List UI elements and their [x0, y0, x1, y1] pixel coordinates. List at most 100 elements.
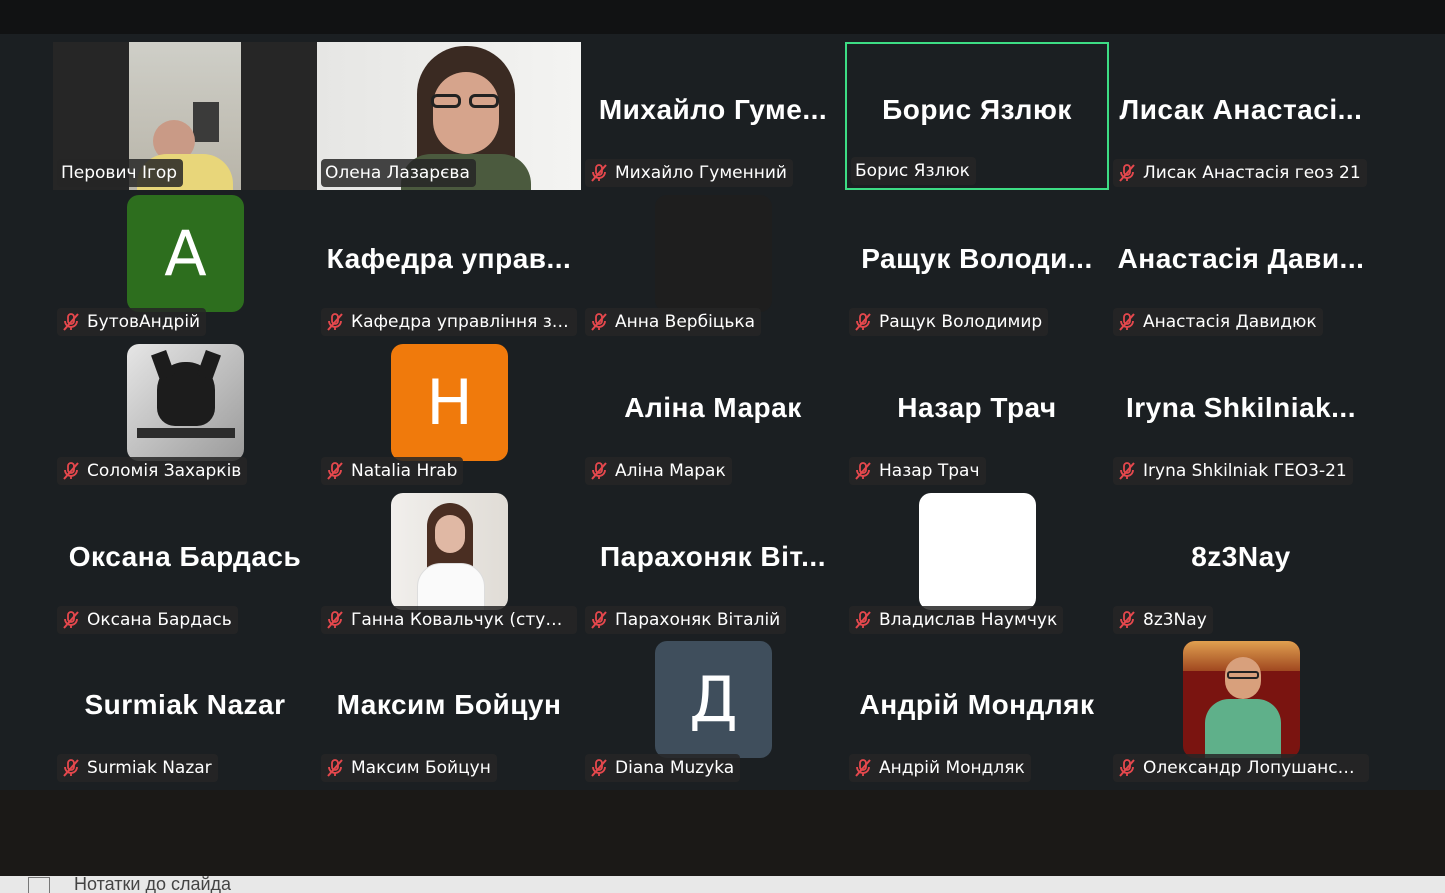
- participant-name: Лисак Анастасія геоз 21: [1143, 163, 1361, 183]
- participant-avatar: [127, 344, 244, 461]
- participant-tile[interactable]: Анна Вербіцька: [581, 191, 845, 339]
- participant-name: Соломія Захарків: [87, 461, 242, 481]
- notes-label: Нотатки до слайда: [74, 876, 232, 893]
- participant-tile[interactable]: Назар Трач Назар Трач: [845, 340, 1109, 488]
- participant-name: Максим Бойцун: [351, 758, 491, 778]
- participant-tile[interactable]: Кафедра управ... Кафедра управління зем..…: [317, 191, 581, 339]
- participant-tile[interactable]: H Natalia Hrab: [317, 340, 581, 488]
- participant-display-name: Андрій Мондляк: [859, 689, 1095, 720]
- participant-name: Анна Вербіцька: [615, 312, 756, 332]
- muted-mic-icon: [855, 611, 871, 629]
- participant-name-label: Борис Язлюк: [851, 157, 976, 185]
- participant-name-label: Аліна Марак: [585, 457, 732, 485]
- participant-tile[interactable]: Андрій Мондляк Андрій Мондляк: [845, 637, 1109, 785]
- participant-tile[interactable]: Surmiak Nazar Surmiak Nazar: [53, 637, 317, 785]
- muted-mic-icon: [63, 611, 79, 629]
- muted-mic-icon: [591, 313, 607, 331]
- participant-name-label: Максим Бойцун: [321, 754, 497, 782]
- participant-name-label: Surmiak Nazar: [57, 754, 218, 782]
- participant-display-name: Аліна Марак: [624, 392, 802, 423]
- participant-display-name: 8z3Nay: [1191, 541, 1291, 572]
- participant-name: Ращук Володимир: [879, 312, 1043, 332]
- muted-mic-icon: [855, 462, 871, 480]
- participant-tile[interactable]: Д Diana Muzyka: [581, 637, 845, 785]
- participant-name: Перович Ігор: [61, 163, 178, 183]
- participant-name-label: Лисак Анастасія геоз 21: [1113, 159, 1367, 187]
- participant-name-label: Кафедра управління зем...: [321, 308, 577, 336]
- participant-name: Олена Лазарєва: [325, 163, 470, 183]
- participant-tile[interactable]: Максим Бойцун Максим Бойцун: [317, 637, 581, 785]
- muted-mic-icon: [1119, 164, 1135, 182]
- muted-mic-icon: [1119, 462, 1135, 480]
- participant-display-name: Максим Бойцун: [336, 689, 562, 720]
- muted-mic-icon: [327, 313, 343, 331]
- gallery-view: Перович Ігор Олена Лазарєва Михайло Гуме..…: [0, 34, 1445, 790]
- participant-name-label: Ганна Ковальчук (студен...: [321, 606, 577, 634]
- meeting-top-bar: [0, 0, 1445, 34]
- participant-display-name: Лисак Анастасі...: [1119, 94, 1363, 125]
- participant-tile[interactable]: Перович Ігор: [53, 42, 317, 190]
- participant-name: Анастасія Давидюк: [1143, 312, 1317, 332]
- participant-name-label: Олександр Лопушанськ...: [1113, 754, 1369, 782]
- participant-name: Ганна Ковальчук (студен...: [351, 610, 571, 630]
- participant-name-label: Назар Трач: [849, 457, 986, 485]
- participant-tile[interactable]: Анастасія Дави... Анастасія Давидюк: [1109, 191, 1373, 339]
- muted-mic-icon: [591, 611, 607, 629]
- muted-mic-icon: [591, 759, 607, 777]
- participant-tile[interactable]: Парахоняк Віт... Парахоняк Віталій: [581, 489, 845, 637]
- muted-mic-icon: [327, 759, 343, 777]
- muted-mic-icon: [327, 462, 343, 480]
- participant-name-label: Diana Muzyka: [585, 754, 741, 782]
- participant-tile[interactable]: Борис Язлюк Борис Язлюк: [845, 42, 1109, 190]
- bottom-panel: [0, 790, 1445, 876]
- participant-display-name: Оксана Бардась: [68, 541, 302, 572]
- participant-name: Назар Трач: [879, 461, 980, 481]
- participant-name-label: Олена Лазарєва: [321, 159, 476, 187]
- participant-name-label: 8z3Nay: [1113, 606, 1213, 634]
- participant-name-label: Анастасія Давидюк: [1113, 308, 1323, 336]
- participant-tile[interactable]: Ращук Володи... Ращук Володимир: [845, 191, 1109, 339]
- muted-mic-icon: [855, 759, 871, 777]
- participant-name: Борис Язлюк: [855, 161, 970, 181]
- participant-name-label: Владислав Наумчук: [849, 606, 1064, 634]
- participant-tile[interactable]: Аліна Марак Аліна Марак: [581, 340, 845, 488]
- participant-name-label: БутовАндрій: [57, 308, 207, 336]
- participant-display-name: Михайло Гуме...: [598, 94, 828, 125]
- participant-name-label: Перович Ігор: [57, 159, 184, 187]
- participant-tile[interactable]: A БутовАндрій: [53, 191, 317, 339]
- participant-name: 8z3Nay: [1143, 610, 1207, 630]
- participant-tile[interactable]: Оксана Бардась Оксана Бардась: [53, 489, 317, 637]
- participant-name: Парахоняк Віталій: [615, 610, 781, 630]
- participant-tile[interactable]: Лисак Анастасі... Лисак Анастасія геоз 21: [1109, 42, 1373, 190]
- participant-display-name: Борис Язлюк: [882, 94, 1072, 125]
- participant-tile[interactable]: Ганна Ковальчук (студен...: [317, 489, 581, 637]
- participant-name: Iryna Shkilniak ГЕО3-21: [1143, 461, 1347, 481]
- slide-notes-bar[interactable]: Нотатки до слайда: [0, 876, 1445, 893]
- participant-name-label: Михайло Гуменний: [585, 159, 793, 187]
- participant-name: Олександр Лопушанськ...: [1143, 758, 1363, 778]
- participant-avatar: [1183, 641, 1300, 758]
- participant-tile[interactable]: Олександр Лопушанськ...: [1109, 637, 1373, 785]
- muted-mic-icon: [855, 313, 871, 331]
- participant-display-name: Анастасія Дави...: [1117, 243, 1365, 274]
- participant-name: Аліна Марак: [615, 461, 726, 481]
- participant-tile[interactable]: Iryna Shkilniak... Iryna Shkilniak ГЕО3-2…: [1109, 340, 1373, 488]
- participant-name: Diana Muzyka: [615, 758, 735, 778]
- participant-name: Кафедра управління зем...: [351, 312, 571, 332]
- participant-display-name: Назар Трач: [897, 392, 1057, 423]
- participant-name-label: Андрій Мондляк: [849, 754, 1031, 782]
- muted-mic-icon: [63, 462, 79, 480]
- participant-name-label: Анна Вербіцька: [585, 308, 762, 336]
- participant-tile[interactable]: Михайло Гуме... Михайло Гуменний: [581, 42, 845, 190]
- participant-tile[interactable]: Соломія Захарків: [53, 340, 317, 488]
- notes-icon: [28, 877, 50, 893]
- participant-tile[interactable]: Владислав Наумчук: [845, 489, 1109, 637]
- participant-tile[interactable]: 8z3Nay 8z3Nay: [1109, 489, 1373, 637]
- participant-name-label: Natalia Hrab: [321, 457, 464, 485]
- muted-mic-icon: [1119, 611, 1135, 629]
- participant-avatar: Д: [655, 641, 772, 758]
- participant-name-label: Оксана Бардась: [57, 606, 238, 634]
- participant-avatar: A: [127, 195, 244, 312]
- participant-name-label: Ращук Володимир: [849, 308, 1049, 336]
- participant-tile[interactable]: Олена Лазарєва: [317, 42, 581, 190]
